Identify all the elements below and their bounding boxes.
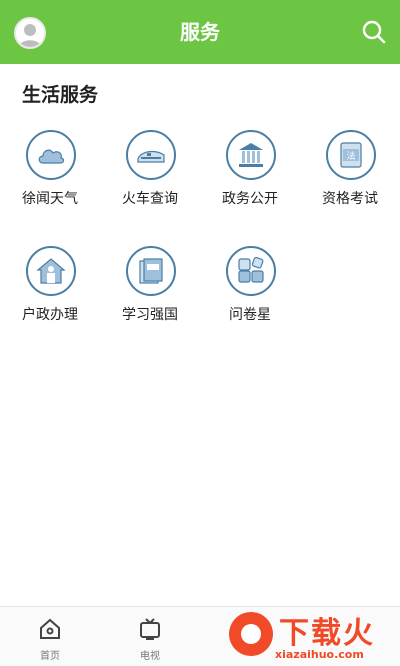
service-label: 政务公开 (222, 191, 278, 207)
service-tile-exam[interactable]: 法 资格考试 (300, 128, 400, 224)
service-label: 火车查询 (122, 191, 178, 207)
service-label: 户政办理 (22, 307, 78, 323)
service-tile-train[interactable]: 火车查询 (100, 128, 200, 224)
service-label: 徐闻天气 (22, 191, 78, 207)
service-label: 问卷星 (229, 307, 271, 323)
service-tile-government[interactable]: 政务公开 (200, 128, 300, 224)
tab-label: 电视 (140, 651, 160, 662)
questionnaire-grid-icon (226, 246, 276, 296)
service-label: 学习强国 (122, 307, 178, 323)
tab-home[interactable]: 首页 (0, 607, 100, 666)
search-icon[interactable] (360, 18, 388, 46)
law-book-icon: 法 (326, 130, 376, 180)
watermark-text: 下载火 (279, 616, 375, 651)
study-book-icon (126, 246, 176, 296)
watermark-logo-icon (229, 612, 273, 656)
service-tile-questionnaire[interactable]: 问卷星 (200, 244, 300, 340)
tab-label: 首页 (40, 651, 60, 662)
svg-text:法: 法 (346, 150, 355, 162)
section-title: 生活服务 (22, 84, 99, 106)
cloud-icon (26, 130, 76, 180)
top-app-bar: 服务 (0, 0, 400, 64)
service-label: 资格考试 (322, 191, 378, 207)
home-icon (38, 617, 62, 641)
service-tile-household[interactable]: 户政办理 (0, 244, 100, 340)
tv-icon (138, 617, 162, 641)
tab-tv[interactable]: 电视 (100, 607, 200, 666)
service-tile-study[interactable]: 学习强国 (100, 244, 200, 340)
watermark: 下载火 xiazaihuo.com (229, 604, 394, 664)
government-building-icon (226, 130, 276, 180)
train-icon (126, 130, 176, 180)
household-house-icon (26, 246, 76, 296)
page-title: 服务 (180, 20, 220, 44)
service-tile-weather[interactable]: 徐闻天气 (0, 128, 100, 224)
watermark-url: xiazaihuo.com (275, 648, 364, 661)
